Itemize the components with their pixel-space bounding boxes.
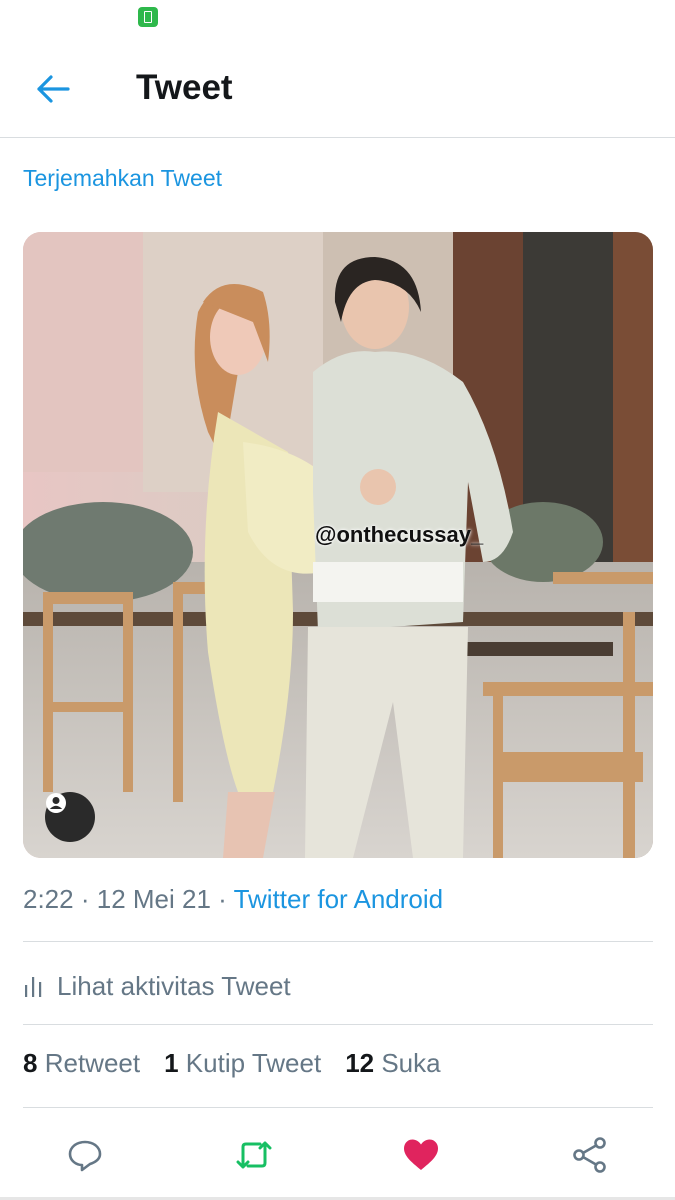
page-title: Tweet [136, 68, 233, 107]
status-bar [0, 0, 675, 36]
heart-icon [404, 1139, 438, 1170]
retweet-button[interactable] [229, 1130, 279, 1180]
quote-stat-label: Kutip Tweet [185, 1048, 322, 1078]
tweet-source-link[interactable]: Twitter for Android [234, 884, 444, 914]
battery-icon [138, 7, 158, 27]
person-icon [46, 793, 66, 813]
share-icon [573, 1137, 606, 1173]
analytics-icon [25, 977, 42, 997]
quote-count: 1 [164, 1048, 179, 1078]
translate-tweet-link[interactable]: Terjemahkan Tweet [23, 165, 222, 192]
back-button[interactable] [30, 66, 76, 112]
like-stat[interactable]: 12 Suka [345, 1048, 440, 1079]
tweet-time: 2:22 [23, 884, 74, 914]
tweet-stats: 8 Retweet 1 Kutip Tweet 12 Suka [23, 1048, 441, 1079]
retweet-stat-label: Retweet [44, 1048, 141, 1078]
media-watermark: @onthecussay_ [315, 522, 484, 547]
tweet-timestamp: 2:22 · 12 Mei 21 · Twitter for Android [23, 884, 443, 915]
divider [23, 1107, 653, 1108]
arrow-left-icon [37, 75, 70, 103]
tagged-people-button[interactable] [45, 792, 95, 842]
like-stat-label: Suka [381, 1048, 441, 1078]
header: Tweet [0, 46, 675, 138]
tweet-media-image[interactable]: @onthecussay_ [23, 232, 653, 858]
share-button[interactable] [565, 1130, 615, 1180]
quote-stat[interactable]: 1 Kutip Tweet [164, 1048, 321, 1079]
retweet-stat[interactable]: 8 Retweet [23, 1048, 140, 1079]
tweet-action-bar [0, 1130, 675, 1180]
separator-dot: · [80, 884, 97, 914]
separator-dot: · [218, 884, 234, 914]
tweet-activity-label: Lihat aktivitas Tweet [57, 970, 291, 1001]
reply-button[interactable] [60, 1130, 110, 1180]
like-button[interactable] [396, 1130, 446, 1180]
retweet-icon [236, 1141, 272, 1169]
retweet-count: 8 [23, 1048, 38, 1078]
reply-icon [68, 1140, 102, 1172]
tweet-date: 12 Mei 21 [96, 884, 211, 914]
divider [23, 1024, 653, 1025]
like-count: 12 [345, 1048, 375, 1078]
divider [23, 941, 653, 942]
tweet-activity-button[interactable]: Lihat aktivitas Tweet [23, 966, 291, 1006]
